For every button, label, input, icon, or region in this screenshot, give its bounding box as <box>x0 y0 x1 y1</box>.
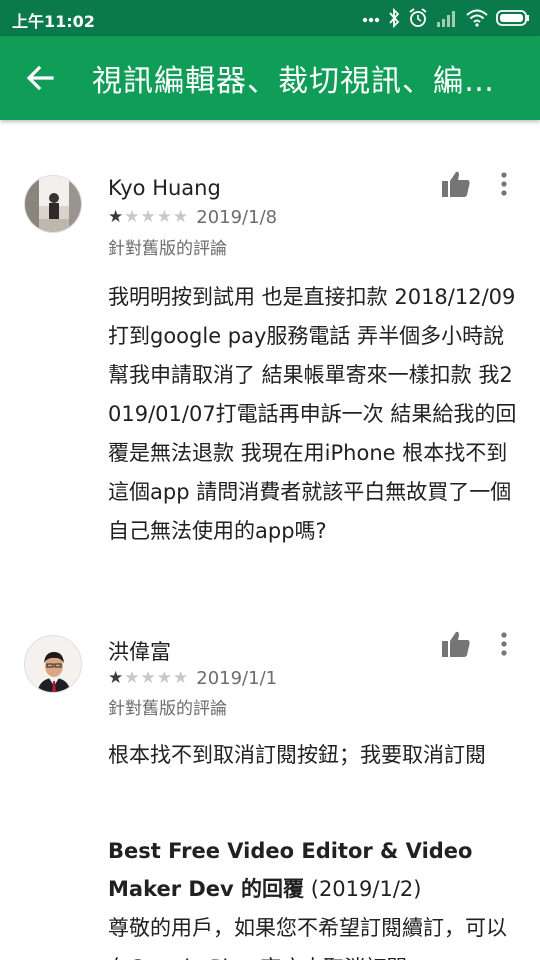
star-icon-empty: ★ <box>140 668 156 688</box>
version-note: 針對舊版的評論 <box>108 239 227 259</box>
star-icon-empty: ★ <box>124 668 140 688</box>
rating-row: ★ ★ ★ ★ ★ 2019/1/1 <box>108 668 277 689</box>
more-vert-icon[interactable] <box>492 628 516 660</box>
review-date: 2019/1/8 <box>196 207 278 228</box>
reviewer-name: Kyo Huang <box>108 176 221 200</box>
star-rating: ★ ★ ★ ★ ★ <box>108 670 188 687</box>
alarm-icon <box>409 8 427 27</box>
star-icon-empty: ★ <box>173 207 189 227</box>
status-icons <box>362 6 530 30</box>
star-icon-empty: ★ <box>156 668 172 688</box>
reply-date: (2019/1/2) <box>310 877 422 901</box>
review-date: 2019/1/1 <box>196 668 278 689</box>
status-time: 上午11:02 <box>12 12 95 31</box>
page-title: 視訊編輯器、裁切視訊、編輯器... <box>92 64 522 99</box>
wifi-icon <box>466 9 488 27</box>
rating-row: ★ ★ ★ ★ ★ 2019/1/8 <box>108 207 277 228</box>
star-icon-empty: ★ <box>156 207 172 227</box>
reviewer-name: 洪偉富 <box>108 640 171 664</box>
app-bar: 視訊編輯器、裁切視訊、編輯器... <box>0 36 540 120</box>
star-rating: ★ ★ ★ ★ ★ <box>108 209 188 226</box>
thumbs-up-icon[interactable] <box>440 628 472 660</box>
review-text: 我明明按到試用 也是直接扣款 2018/12/09打到google pay服務電… <box>108 285 517 543</box>
review-text: 根本找不到取消訂閱按鈕；我要取消訂閱 <box>108 743 486 767</box>
star-icon-empty: ★ <box>173 668 189 688</box>
more-dots-icon <box>362 17 380 23</box>
star-icon-empty: ★ <box>140 207 156 227</box>
avatar[interactable] <box>24 175 82 233</box>
signal-icon <box>437 11 455 27</box>
more-vert-icon[interactable] <box>492 168 516 200</box>
developer-reply-text: 尊敬的用戶，如果您不希望訂閱續訂，可以在Google Play 商店中取消訂閱 <box>108 916 507 960</box>
version-note: 針對舊版的評論 <box>108 699 227 719</box>
thumbs-up-icon[interactable] <box>440 168 472 200</box>
bluetooth-icon <box>389 7 400 29</box>
star-icon-empty: ★ <box>124 207 140 227</box>
status-bar: 上午11:02 <box>0 0 540 36</box>
star-icon-filled: ★ <box>108 207 124 227</box>
avatar[interactable] <box>24 635 82 693</box>
star-icon-filled: ★ <box>108 668 124 688</box>
battery-icon <box>496 10 529 26</box>
arrow-back-icon[interactable] <box>22 60 58 96</box>
developer-reply-header: Best Free Video Editor & Video Maker Dev… <box>108 832 523 908</box>
